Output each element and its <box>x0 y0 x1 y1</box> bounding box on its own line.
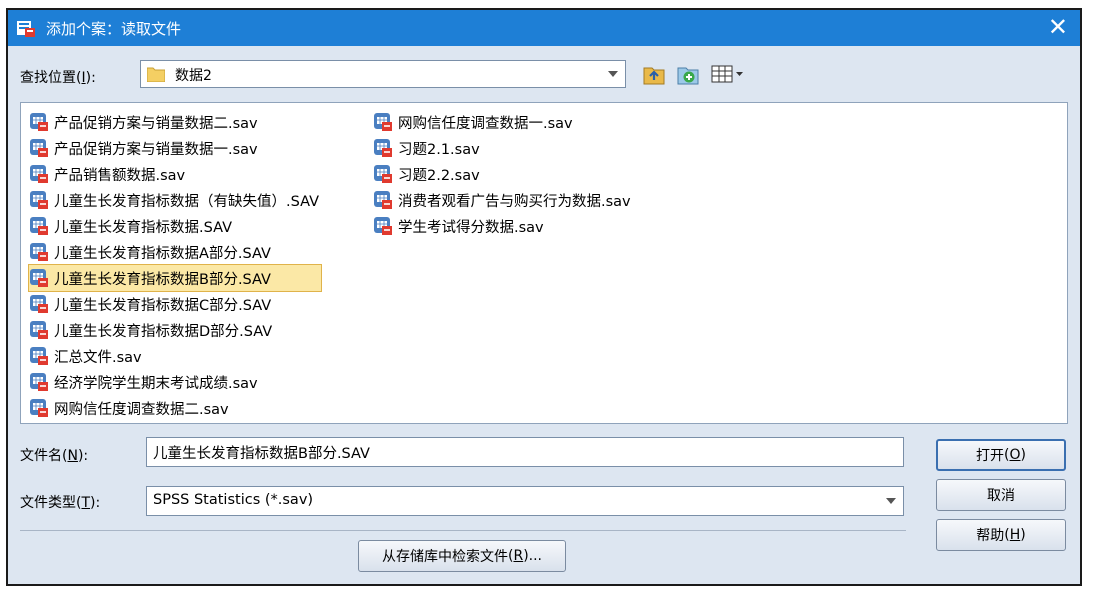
sav-file-icon <box>30 243 48 261</box>
file-item[interactable]: 网购信任度调查数据一.sav <box>373 109 633 135</box>
filename-input[interactable] <box>146 437 904 467</box>
title-bar[interactable]: 添加个案：读取文件 ✕ <box>8 10 1080 46</box>
sav-file-icon <box>30 269 48 287</box>
file-name: 经济学院学生期末考试成绩.sav <box>54 375 258 392</box>
file-name: 儿童生长发育指标数据D部分.SAV <box>54 323 273 340</box>
dialog-window: 添加个案：读取文件 ✕ 查找位置(I): 数据2 产品促销方案与销量数据二.sa… <box>6 8 1082 586</box>
sav-file-icon <box>30 139 48 157</box>
file-item[interactable]: 儿童生长发育指标数据A部分.SAV <box>29 239 321 265</box>
filetype-label: 文件类型(T): <box>20 495 101 511</box>
sav-file-icon <box>374 139 392 157</box>
sav-file-icon <box>30 399 48 417</box>
new-folder-icon[interactable] <box>676 62 700 86</box>
file-name: 习题2.1.sav <box>398 141 480 158</box>
file-name: 儿童生长发育指标数据C部分.SAV <box>54 297 272 314</box>
file-name: 产品销售额数据.sav <box>54 167 186 184</box>
open-button[interactable]: 打开(O) <box>936 439 1066 471</box>
file-item[interactable]: 消费者观看广告与购买行为数据.sav <box>373 187 633 213</box>
file-item[interactable]: 儿童生长发育指标数据D部分.SAV <box>29 317 321 343</box>
file-item[interactable]: 产品销售额数据.sav <box>29 161 321 187</box>
filetype-value: SPSS Statistics (*.sav) <box>153 492 314 508</box>
file-name: 消费者观看广告与购买行为数据.sav <box>398 193 631 210</box>
file-name: 儿童生长发育指标数据.SAV <box>54 219 232 236</box>
file-item[interactable]: 儿童生长发育指标数据C部分.SAV <box>29 291 321 317</box>
file-column-1: 产品促销方案与销量数据二.sav 产品促销方案与销量数据一.sav 产品销售额数据.… <box>28 109 322 421</box>
file-name: 汇总文件.sav <box>54 349 142 366</box>
sav-file-icon <box>374 165 392 183</box>
sav-file-icon <box>30 113 48 131</box>
file-item[interactable]: 儿童生长发育指标数据.SAV <box>29 213 321 239</box>
folder-icon <box>147 67 165 82</box>
file-item[interactable]: 儿童生长发育指标数据B部分.SAV <box>28 264 322 292</box>
up-folder-icon[interactable] <box>642 62 666 86</box>
file-item[interactable]: 产品促销方案与销量数据一.sav <box>29 135 321 161</box>
file-item[interactable]: 习题2.2.sav <box>373 161 633 187</box>
filetype-dropdown[interactable]: SPSS Statistics (*.sav) <box>146 486 904 516</box>
window-title: 添加个案：读取文件 <box>46 20 182 38</box>
retrieve-from-repository-button[interactable]: 从存储库中检索文件(R)... <box>358 540 566 572</box>
file-item[interactable]: 习题2.1.sav <box>373 135 633 161</box>
file-item[interactable]: 儿童生长发育指标数据（有缺失值）.SAV <box>29 187 321 213</box>
sav-file-icon <box>30 347 48 365</box>
file-name: 网购信任度调查数据一.sav <box>398 115 573 132</box>
filename-label: 文件名(N): <box>20 448 89 464</box>
file-name: 学生考试得分数据.sav <box>398 219 544 236</box>
file-item[interactable]: 网购信任度调查数据二.sav <box>29 395 321 421</box>
file-item[interactable]: 汇总文件.sav <box>29 343 321 369</box>
file-item[interactable]: 经济学院学生期末考试成绩.sav <box>29 369 321 395</box>
file-item[interactable]: 产品促销方案与销量数据二.sav <box>29 109 321 135</box>
file-item[interactable]: 学生考试得分数据.sav <box>373 213 633 239</box>
lookin-label: 查找位置(I): <box>20 70 96 86</box>
sav-file-icon <box>30 217 48 235</box>
sav-file-icon <box>374 191 392 209</box>
file-list[interactable]: 产品促销方案与销量数据二.sav 产品促销方案与销量数据一.sav 产品销售额数据.… <box>20 102 1068 424</box>
view-menu-icon[interactable] <box>710 62 746 86</box>
chevron-down-icon[interactable] <box>879 487 903 515</box>
cancel-button[interactable]: 取消 <box>936 479 1066 511</box>
sav-file-icon <box>30 165 48 183</box>
file-column-2: 网购信任度调查数据一.sav 习题2.1.sav 习题2.2.sav 消费者观看广告与… <box>373 109 633 239</box>
sav-file-icon <box>374 217 392 235</box>
file-name: 产品促销方案与销量数据二.sav <box>54 115 258 132</box>
file-name: 儿童生长发育指标数据B部分.SAV <box>54 271 271 288</box>
close-icon[interactable]: ✕ <box>1048 14 1068 40</box>
separator <box>20 530 906 531</box>
file-name: 网购信任度调查数据二.sav <box>54 401 229 418</box>
lookin-dropdown[interactable]: 数据2 <box>140 60 626 88</box>
sav-file-icon <box>30 191 48 209</box>
app-icon <box>17 21 35 37</box>
file-name: 儿童生长发育指标数据A部分.SAV <box>54 245 271 262</box>
file-name: 习题2.2.sav <box>398 167 480 184</box>
file-name: 儿童生长发育指标数据（有缺失值）.SAV <box>54 193 319 210</box>
sav-file-icon <box>30 373 48 391</box>
chevron-down-icon[interactable] <box>601 61 625 87</box>
lookin-value: 数据2 <box>175 68 212 84</box>
sav-file-icon <box>30 295 48 313</box>
file-name: 产品促销方案与销量数据一.sav <box>54 141 258 158</box>
help-button[interactable]: 帮助(H) <box>936 519 1066 551</box>
sav-file-icon <box>374 113 392 131</box>
sav-file-icon <box>30 321 48 339</box>
